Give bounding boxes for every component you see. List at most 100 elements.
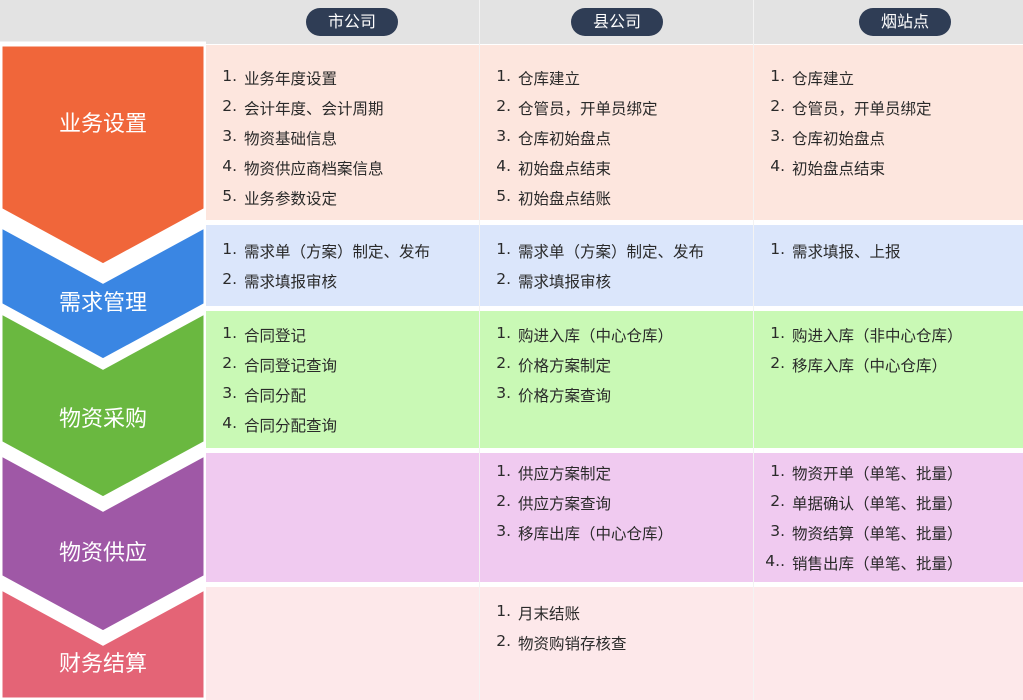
list-item-number: 5.	[496, 187, 511, 205]
list-item-text: 合同分配	[244, 387, 307, 405]
list-item-text: 仓库初始盘点	[518, 130, 612, 148]
list-item-text: 初始盘点结束	[792, 160, 886, 178]
list-item-text: 价格方案查询	[518, 387, 612, 405]
list-item-number: 1.	[496, 462, 511, 480]
list-item-number: 2.	[222, 270, 237, 288]
list-item-text: 需求填报审核	[244, 273, 338, 291]
list-item: 4.. 销售出库（单笔、批量）	[761, 552, 1020, 574]
row-financial-settlement: 1. 月末结账 2. 物资购销存核查	[206, 587, 1023, 700]
header-shigongsi-cell: 市公司	[252, 0, 452, 44]
list-item-number: 1.	[770, 67, 785, 85]
list-item-number: 2.	[496, 97, 511, 115]
list-item-number: 3.	[770, 522, 785, 540]
list-item-number: 1.	[770, 462, 785, 480]
cell-xiangongsi: 1. 供应方案制定 2. 供应方案查询 3. 移库出库（中心仓库）	[480, 453, 754, 582]
list-item-text: 供应方案查询	[518, 495, 612, 513]
list-item-text: 需求单（方案）制定、发布	[244, 243, 431, 261]
list-item: 2. 需求填报审核	[213, 270, 477, 292]
category-label-financial-settlement: 财务结算	[58, 652, 147, 677]
cell-yanzhandian: 1. 购进入库（非中心仓库） 2. 移库入库（中心仓库）	[754, 311, 1023, 448]
list-item-text: 初始盘点结束	[518, 160, 612, 178]
row-business-settings: 1. 业务年度设置 2. 会计年度、会计周期 3. 物资基础信息 4. 物资供应商档案信息 5.…	[206, 45, 1023, 220]
category-label-demand-management: 需求管理	[58, 291, 147, 316]
list-item-number: 2.	[496, 354, 511, 372]
list-item-text: 物资供应商档案信息	[244, 160, 384, 178]
list-item: 4. 物资供应商档案信息	[213, 157, 477, 179]
list-item-text: 业务参数设定	[244, 190, 338, 208]
list-item-number: 1.	[496, 324, 511, 342]
list-item: 1. 业务年度设置	[213, 67, 477, 89]
list-item: 2. 单据确认（单笔、批量）	[761, 492, 1020, 514]
header-xiangongsi: 县公司	[570, 8, 663, 36]
list-item-number: 2.	[496, 492, 511, 510]
list-item: 1. 需求填报、上报	[761, 240, 1020, 262]
list-item-text: 会计年度、会计周期	[244, 100, 384, 118]
cell-yanzhandian: 1. 仓库建立 2. 仓管员，开单员绑定 3. 仓库初始盘点 4. 初始盘点结束	[754, 45, 1023, 220]
list-item-text: 月末结账	[518, 605, 581, 623]
list-item: 3. 物资基础信息	[213, 127, 477, 149]
category-label-business-settings: 业务设置	[58, 112, 147, 137]
list-item-number: 1.	[496, 602, 511, 620]
list-item: 1. 仓库建立	[487, 67, 751, 89]
list-item: 4. 初始盘点结束	[487, 157, 751, 179]
list-item: 2. 需求填报审核	[487, 270, 751, 292]
list-item-text: 购进入库（非中心仓库）	[792, 327, 963, 345]
category-label-material-supply: 物资供应	[58, 541, 147, 566]
list-item-text: 供应方案制定	[518, 465, 612, 483]
list-item-text: 仓库建立	[518, 70, 581, 88]
list-item-number: 1.	[496, 67, 511, 85]
list-item-text: 需求填报、上报	[792, 243, 901, 261]
list-item-number: 2.	[222, 354, 237, 372]
column-divider	[479, 0, 480, 700]
list-item: 2. 物资购销存核查	[487, 632, 751, 654]
list-item-number: 4.	[770, 157, 785, 175]
list-item-text: 单据确认（单笔、批量）	[792, 495, 963, 513]
cell-yanzhandian	[754, 587, 1023, 700]
list-item: 5. 业务参数设定	[213, 187, 477, 209]
cell-shigongsi	[206, 587, 480, 700]
list-item: 1. 购进入库（中心仓库）	[487, 324, 751, 346]
list-item-number: 4.	[222, 414, 237, 432]
list-item-number: 3.	[222, 384, 237, 402]
list-item-text: 合同登记	[244, 327, 307, 345]
list-item: 2. 移库入库（中心仓库）	[761, 354, 1020, 376]
list-item-text: 物资基础信息	[244, 130, 338, 148]
list-item-number: 1.	[222, 240, 237, 258]
list-item-text: 需求填报审核	[518, 273, 612, 291]
cell-xiangongsi: 1. 仓库建立 2. 仓管员，开单员绑定 3. 仓库初始盘点 4. 初始盘点结束 5. 初始盘点结…	[480, 45, 754, 220]
cell-shigongsi	[206, 453, 480, 582]
list-item: 2. 合同登记查询	[213, 354, 477, 376]
list-item: 5. 初始盘点结账	[487, 187, 751, 209]
list-item-text: 移库入库（中心仓库）	[792, 357, 948, 375]
list-item: 3. 价格方案查询	[487, 384, 751, 406]
list-item-text: 物资购销存核查	[518, 635, 627, 653]
list-item-number: 2.	[222, 97, 237, 115]
list-item-text: 仓管员，开单员绑定	[518, 100, 658, 118]
list-item-number: 3.	[496, 522, 511, 540]
cell-xiangongsi: 1. 月末结账 2. 物资购销存核查	[480, 587, 754, 700]
list-item: 3. 移库出库（中心仓库）	[487, 522, 751, 544]
list-item: 1. 合同登记	[213, 324, 477, 346]
cell-yanzhandian: 1. 需求填报、上报	[754, 225, 1023, 306]
list-item-text: 移库出库（中心仓库）	[518, 525, 674, 543]
list-item-number: 3.	[222, 127, 237, 145]
list-item-text: 需求单（方案）制定、发布	[518, 243, 705, 261]
list-item-number: 5.	[222, 187, 237, 205]
list-item-number: 4.	[222, 157, 237, 175]
header-yanzhandian-cell: 烟站点	[805, 0, 1005, 44]
cell-shigongsi: 1. 合同登记 2. 合同登记查询 3. 合同分配 4. 合同分配查询	[206, 311, 480, 448]
list-item-text: 销售出库（单笔、批量）	[792, 555, 963, 573]
list-item: 4. 初始盘点结束	[761, 157, 1020, 179]
list-item-number: 2.	[770, 354, 785, 372]
row-demand-management: 1. 需求单（方案）制定、发布 2. 需求填报审核 1. 需求单（方案）制定、发布 2. 需求…	[206, 225, 1023, 306]
list-item: 2. 会计年度、会计周期	[213, 97, 477, 119]
list-item: 1. 供应方案制定	[487, 462, 751, 484]
list-item-text: 价格方案制定	[518, 357, 612, 375]
header-shigongsi: 市公司	[305, 8, 398, 36]
cell-xiangongsi: 1. 购进入库（中心仓库） 2. 价格方案制定 3. 价格方案查询	[480, 311, 754, 448]
list-item: 1. 需求单（方案）制定、发布	[213, 240, 477, 262]
list-item-text: 仓库建立	[792, 70, 855, 88]
list-item: 3. 仓库初始盘点	[487, 127, 751, 149]
header-yanzhandian: 烟站点	[858, 8, 951, 36]
list-item-text: 合同分配查询	[244, 417, 338, 435]
